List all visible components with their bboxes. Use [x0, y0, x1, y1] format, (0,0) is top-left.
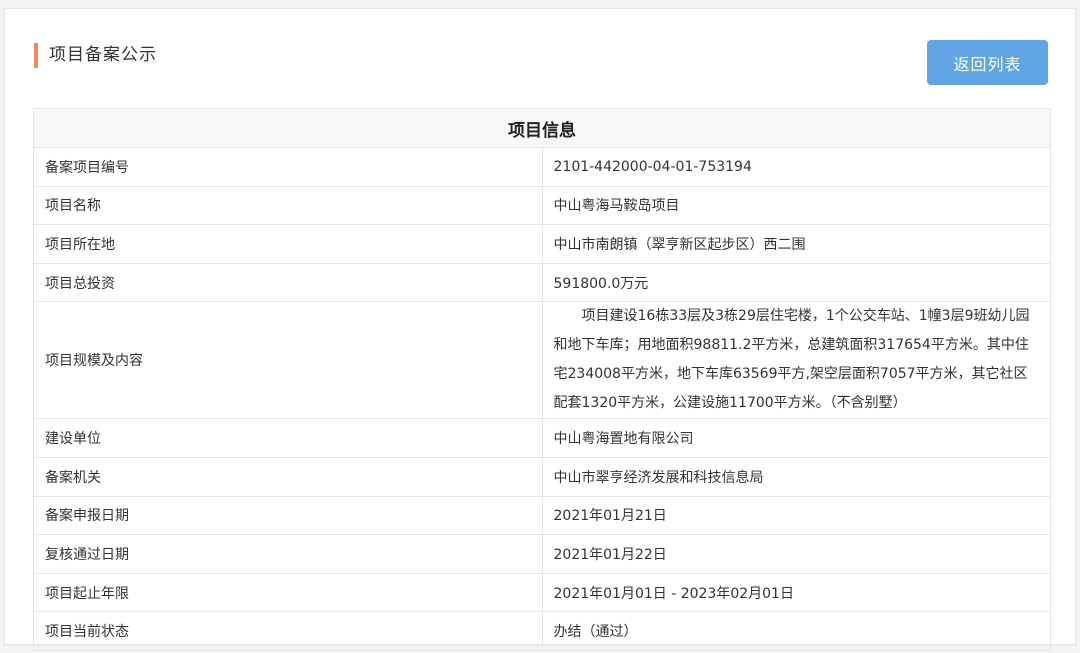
- table-row: 建设单位 中山粤海置地有限公司: [33, 418, 1051, 458]
- row-label: 项目起止年限: [33, 572, 543, 613]
- row-label: 项目名称: [33, 185, 543, 226]
- row-value: 2021年01月01日 - 2023年02月01日: [541, 572, 1051, 613]
- row-label: 复核通过日期: [33, 534, 543, 574]
- row-value: 中山粤海置地有限公司: [541, 418, 1051, 458]
- row-label: 项目总投资: [33, 262, 543, 303]
- row-label: 项目当前状态: [33, 611, 543, 651]
- row-label: 项目所在地: [33, 224, 543, 264]
- table-row: 项目规模及内容 项目建设16栋33层及3栋29层住宅楼，1个公交车站、1幢3层9…: [33, 301, 1051, 420]
- table-row: 备案机关 中山市翠亨经济发展和科技信息局: [33, 456, 1051, 497]
- table-row: 项目当前状态 办结（通过）: [33, 611, 1051, 651]
- title-accent-bar: [34, 43, 38, 68]
- row-label: 建设单位: [33, 418, 543, 458]
- table-row: 项目起止年限 2021年01月01日 - 2023年02月01日: [33, 572, 1051, 613]
- table-row: 复核通过日期 2021年01月22日: [33, 534, 1051, 574]
- table-row: 备案项目编号 2101-442000-04-01-753194: [33, 147, 1051, 187]
- row-value: 中山市翠亨经济发展和科技信息局: [541, 456, 1051, 497]
- row-value: 中山粤海马鞍岛项目: [541, 185, 1051, 226]
- project-info-table: 项目信息 备案项目编号 2101-442000-04-01-753194 项目名…: [33, 108, 1051, 651]
- row-value: 办结（通过）: [541, 611, 1051, 651]
- row-value: 2021年01月21日: [541, 495, 1051, 536]
- table-row: 项目名称 中山粤海马鞍岛项目: [33, 185, 1051, 226]
- content-panel: 项目备案公示 返回列表 项目信息 备案项目编号 2101-442000-04-0…: [4, 8, 1076, 651]
- table-title: 项目信息: [33, 108, 1051, 148]
- table-row: 项目所在地 中山市南朗镇（翠亨新区起步区）西二围: [33, 224, 1051, 264]
- row-label: 备案项目编号: [33, 147, 543, 187]
- row-label: 备案机关: [33, 456, 543, 497]
- row-label: 项目规模及内容: [33, 301, 543, 420]
- page-title: 项目备案公示: [49, 45, 157, 65]
- row-label: 备案申报日期: [33, 495, 543, 536]
- row-value: 项目建设16栋33层及3栋29层住宅楼，1个公交车站、1幢3层9班幼儿园和地下车…: [541, 301, 1051, 420]
- back-to-list-button[interactable]: 返回列表: [927, 40, 1048, 85]
- row-value: 中山市南朗镇（翠亨新区起步区）西二围: [541, 224, 1051, 264]
- row-value: 2101-442000-04-01-753194: [541, 147, 1051, 187]
- table-row: 项目总投资 591800.0万元: [33, 262, 1051, 303]
- table-row: 备案申报日期 2021年01月21日: [33, 495, 1051, 536]
- page-header: 项目备案公示 返回列表: [5, 9, 1075, 107]
- row-value: 591800.0万元: [541, 262, 1051, 303]
- row-value: 2021年01月22日: [541, 534, 1051, 574]
